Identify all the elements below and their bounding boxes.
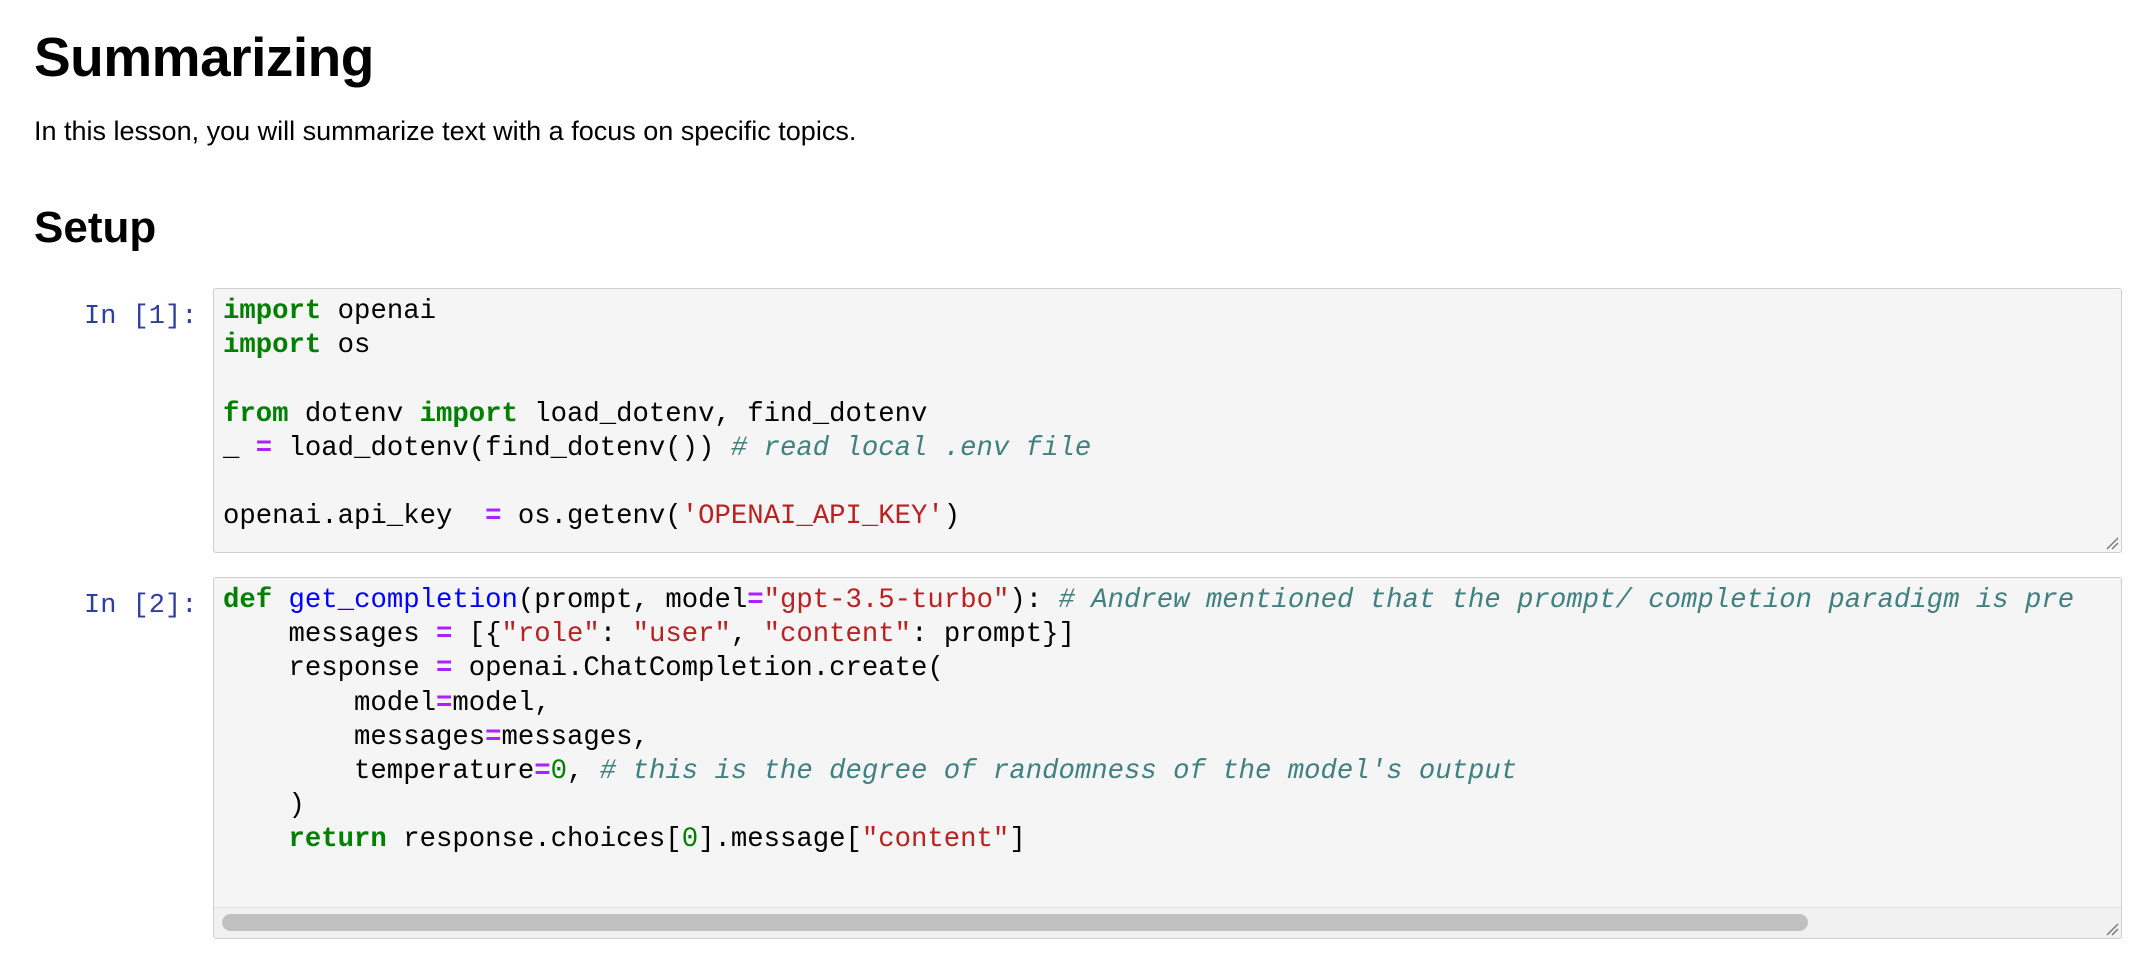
number-literal: 0 <box>681 824 699 856</box>
comment: # read local .env file <box>730 432 1092 464</box>
code-cell-2[interactable]: def get_completion(prompt, model="gpt-3.… <box>213 577 2122 939</box>
string-literal: "role" <box>501 619 600 651</box>
code-text: : prompt}] <box>911 619 1075 651</box>
section-heading-setup: Setup <box>34 203 157 252</box>
code-text: os <box>321 330 371 362</box>
function-name: get_completion <box>288 585 518 616</box>
code-text: ) <box>223 790 305 822</box>
keyword: import <box>223 330 322 362</box>
page-title: Summarizing <box>34 26 374 88</box>
cell-1-prompt: In [1]: <box>84 302 198 332</box>
code-text: ] <box>1009 824 1026 856</box>
code-text: ].message[ <box>698 824 862 856</box>
resize-handle-icon[interactable] <box>2103 920 2119 936</box>
code-text: (prompt, model <box>517 585 748 616</box>
code-text: messages, <box>501 721 649 753</box>
string-literal: 'OPENAI_API_KEY' <box>681 501 944 533</box>
operator: = <box>485 501 502 533</box>
scrollbar-thumb[interactable] <box>222 914 1808 931</box>
code-text: ) <box>943 501 961 533</box>
code-text: openai <box>321 296 436 327</box>
resize-handle-icon[interactable] <box>2103 534 2119 550</box>
code-text: response.choices[ <box>386 824 682 856</box>
keyword: import <box>419 398 518 430</box>
code-text: messages <box>223 721 486 753</box>
code-text: model, <box>452 687 551 719</box>
code-cell-1[interactable]: import openai import os from dotenv impo… <box>213 288 2122 553</box>
code-text: : <box>599 619 633 651</box>
keyword: return <box>288 824 387 856</box>
code-text: load_dotenv, find_dotenv <box>517 398 928 430</box>
code-text: model <box>223 687 436 719</box>
code-text: os.getenv( <box>501 501 682 533</box>
horizontal-scrollbar[interactable] <box>214 907 2121 938</box>
code-text: load_dotenv(find_dotenv()) <box>272 432 731 464</box>
operator: = <box>435 687 453 719</box>
code-cell-1-source[interactable]: import openai import os from dotenv impo… <box>223 295 1091 534</box>
keyword: def <box>223 585 273 616</box>
code-text: openai.api_key <box>223 501 486 533</box>
code-text: response <box>223 653 436 685</box>
keyword: from <box>223 398 289 430</box>
code-text: dotenv <box>288 398 420 430</box>
operator: = <box>255 432 273 464</box>
operator: = <box>485 721 502 753</box>
notebook-page: Summarizing In this lesson, you will sum… <box>0 0 2148 970</box>
cell-2-prompt: In [2]: <box>84 591 198 621</box>
comment: # this is the degree of randomness of th… <box>599 756 1518 788</box>
string-literal: "content" <box>861 824 1010 856</box>
operator: = <box>534 756 551 788</box>
string-literal: "content" <box>763 619 912 651</box>
code-text: _ <box>223 432 256 464</box>
code-text: openai.ChatCompletion.create( <box>452 653 944 685</box>
operator: = <box>747 585 764 616</box>
keyword: import <box>223 296 322 327</box>
code-text: messages <box>223 619 436 651</box>
code-text: ): <box>1009 585 1059 616</box>
comment: # Andrew mentioned that the prompt/ comp… <box>1058 585 2075 616</box>
operator: = <box>435 653 453 685</box>
code-cell-2-source[interactable]: def get_completion(prompt, model="gpt-3.… <box>223 584 2074 858</box>
code-text: , <box>730 619 764 651</box>
string-literal: "gpt-3.5-turbo" <box>763 585 1010 616</box>
operator: = <box>435 619 453 651</box>
intro-paragraph: In this lesson, you will summarize text … <box>34 116 857 146</box>
code-text: [{ <box>452 619 502 651</box>
code-text: temperature <box>223 756 535 788</box>
string-literal: "user" <box>632 619 731 651</box>
number-literal: 0 <box>550 756 568 788</box>
code-text: , <box>567 756 600 788</box>
